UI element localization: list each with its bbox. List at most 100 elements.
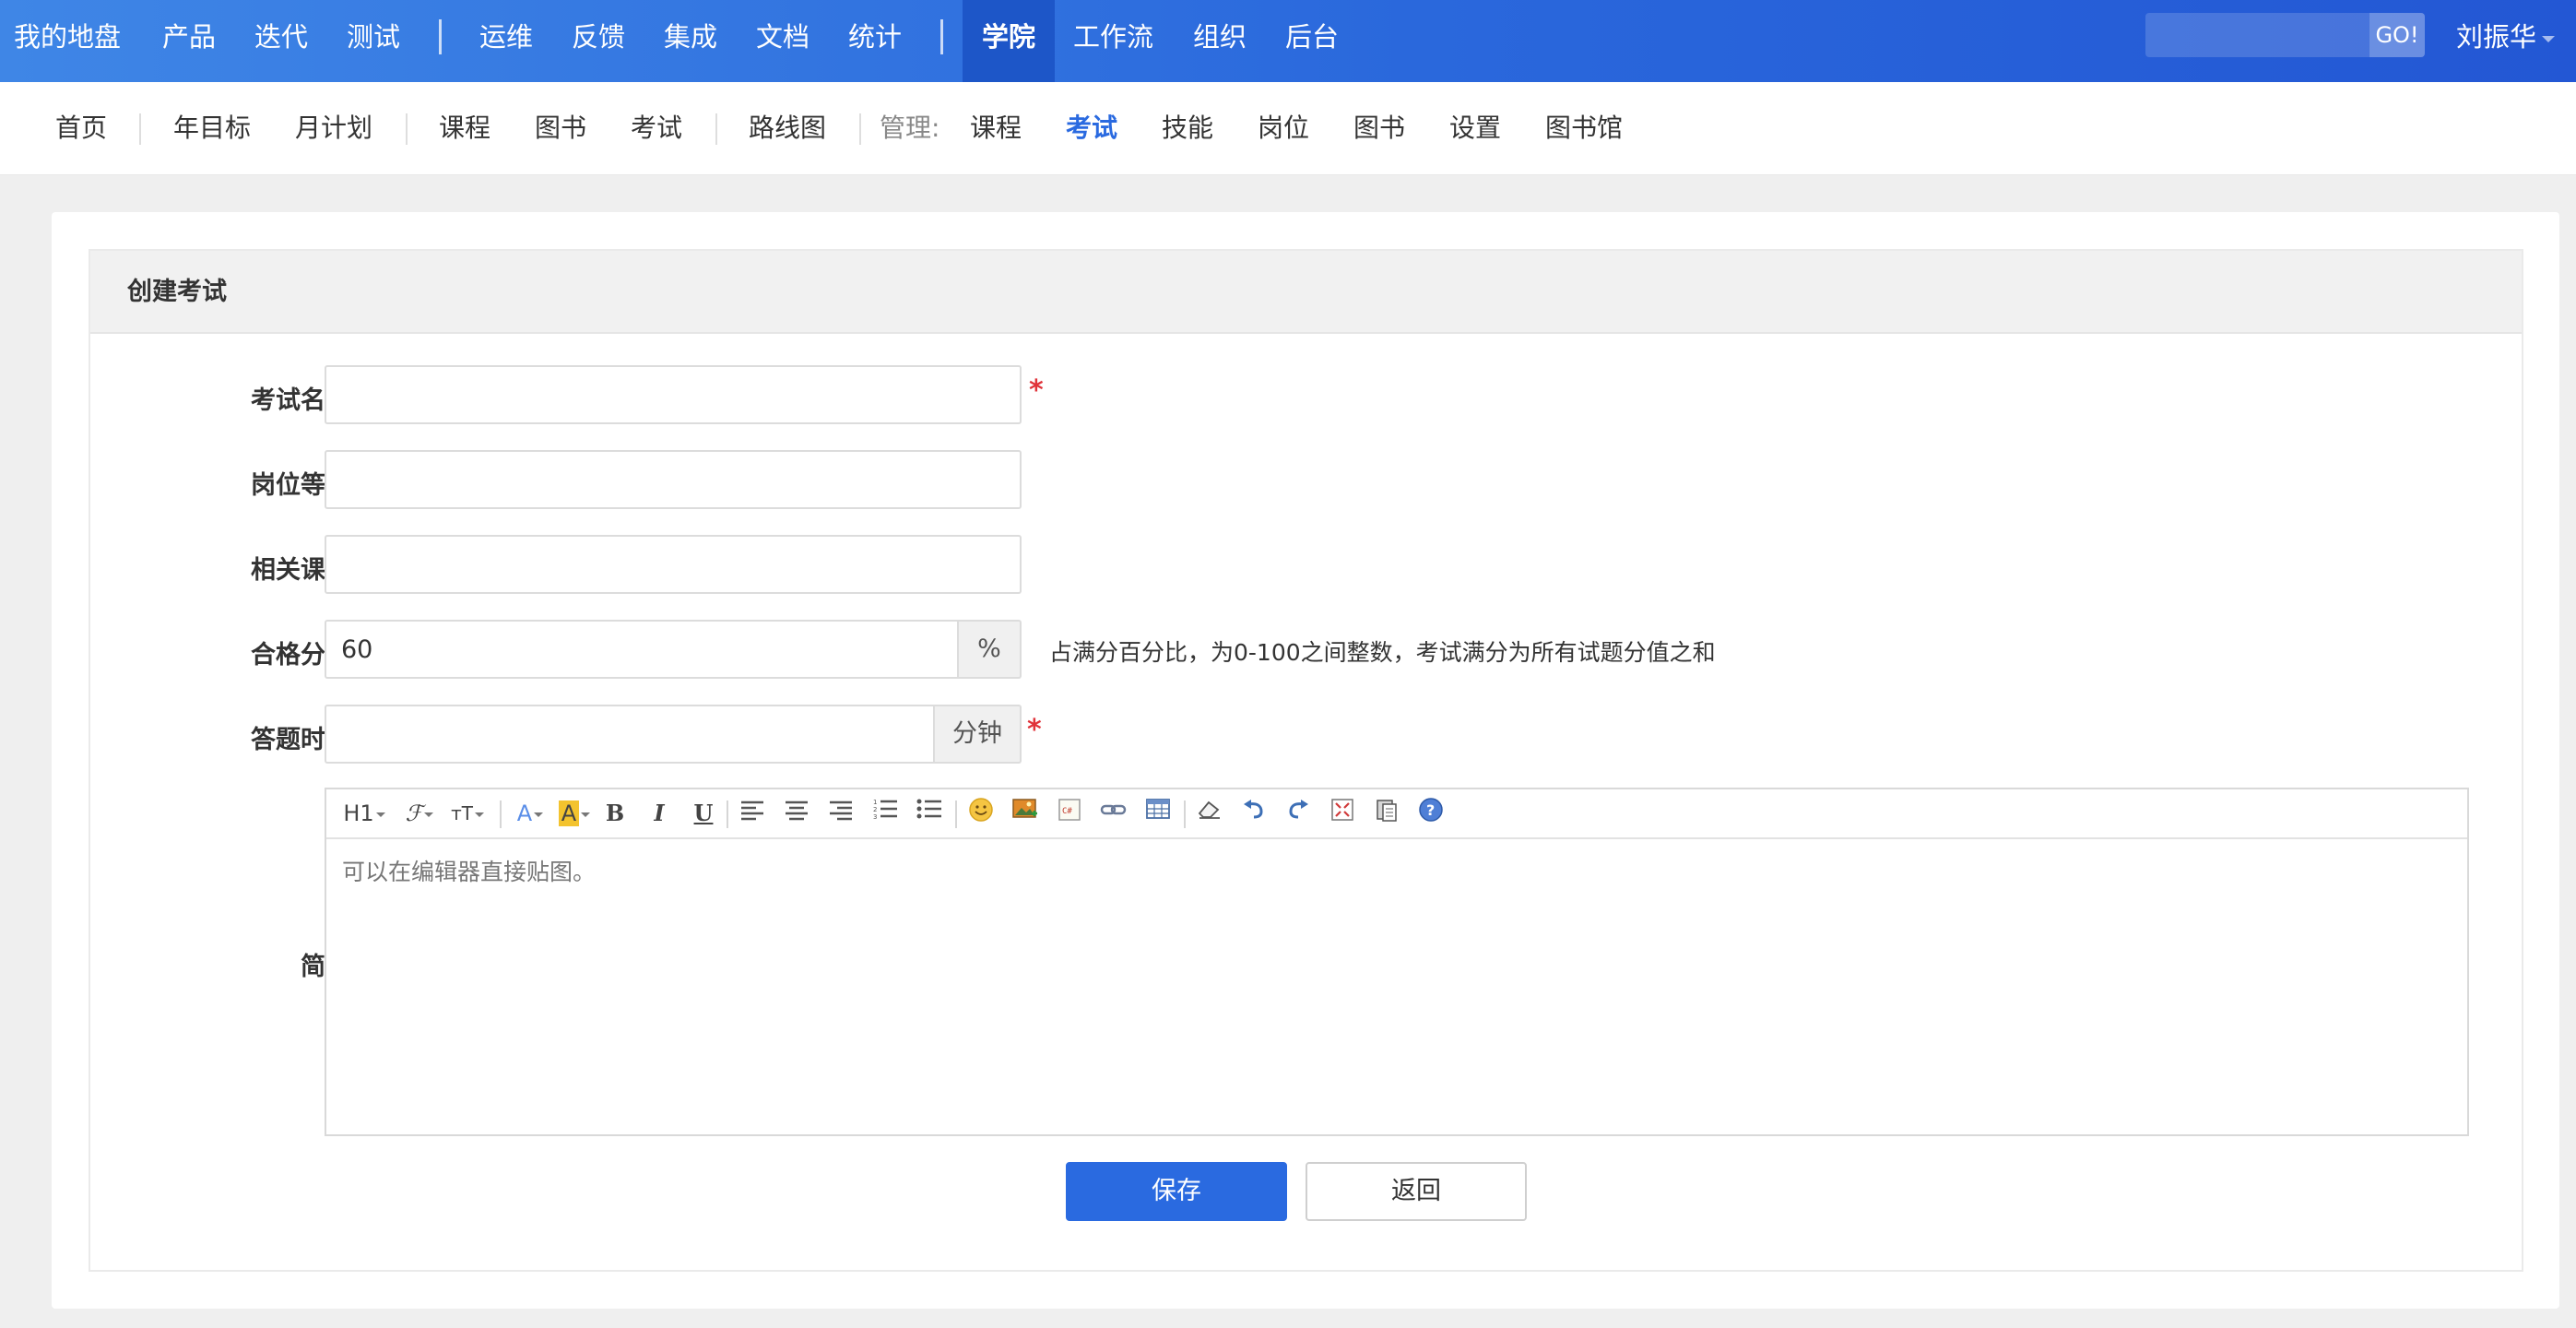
required-mark: * bbox=[1029, 374, 1044, 407]
top-navbar: 我的地盘 产品 迭代 测试 运维 反馈 集成 文档 统计 学院 工作流 组织 后… bbox=[0, 0, 2576, 82]
underline-button[interactable]: U bbox=[688, 797, 719, 830]
rich-text-editor: H1 ℱ тT A A B I U 123 C# ? 可以在编辑器直接贴图。 bbox=[325, 788, 2469, 1136]
font-color-button[interactable]: A bbox=[511, 797, 549, 830]
subnav-manage-skills[interactable]: 技能 bbox=[1162, 82, 1213, 175]
bold-button[interactable]: B bbox=[599, 797, 631, 830]
heading-button[interactable]: H1 bbox=[341, 797, 387, 830]
heading-icon: H1 bbox=[343, 800, 374, 826]
topnav-stats[interactable]: 统计 bbox=[848, 0, 902, 82]
image-icon[interactable] bbox=[1009, 797, 1042, 830]
position-level-label: 岗位等级 bbox=[251, 471, 350, 500]
redo-icon[interactable] bbox=[1282, 797, 1315, 830]
topnav-product[interactable]: 产品 bbox=[162, 0, 216, 82]
font-color-icon: A bbox=[516, 800, 533, 826]
link-icon[interactable] bbox=[1097, 797, 1130, 830]
topnav-divider bbox=[940, 19, 943, 54]
editor-toolbar: H1 ℱ тT A A B I U 123 C# ? bbox=[326, 789, 2467, 839]
back-button[interactable]: 返回 bbox=[1306, 1162, 1527, 1221]
topnav-ops[interactable]: 运维 bbox=[479, 0, 533, 82]
code-icon[interactable]: C# bbox=[1053, 797, 1086, 830]
panel-header: 创建考试 bbox=[90, 251, 2522, 334]
topnav-docs[interactable]: 文档 bbox=[756, 0, 809, 82]
editor-placeholder: 可以在编辑器直接贴图。 bbox=[342, 859, 597, 885]
subnav-manage-settings[interactable]: 设置 bbox=[1449, 82, 1501, 175]
user-name: 刘振华 bbox=[2456, 21, 2537, 53]
pass-score-input[interactable] bbox=[325, 620, 959, 679]
subnav-manage-library[interactable]: 图书馆 bbox=[1545, 82, 1623, 175]
ordered-list-icon[interactable]: 123 bbox=[869, 797, 902, 830]
chevron-down-icon bbox=[581, 812, 591, 817]
subnav-divider bbox=[715, 113, 717, 145]
align-right-icon[interactable] bbox=[824, 797, 857, 830]
svg-text:3: 3 bbox=[873, 813, 877, 821]
svg-text:2: 2 bbox=[873, 806, 877, 813]
help-icon[interactable]: ? bbox=[1414, 797, 1448, 830]
paste-icon[interactable] bbox=[1370, 797, 1403, 830]
chevron-down-icon bbox=[534, 812, 544, 817]
exam-name-input[interactable] bbox=[325, 365, 1022, 424]
align-left-icon[interactable] bbox=[736, 797, 769, 830]
related-course-label: 相关课程 bbox=[251, 556, 350, 585]
align-center-icon[interactable] bbox=[780, 797, 813, 830]
minutes-addon: 分钟 bbox=[935, 705, 1022, 764]
topnav-my-dashboard[interactable]: 我的地盘 bbox=[14, 0, 121, 82]
undo-icon[interactable] bbox=[1237, 797, 1270, 830]
search-go-button[interactable]: GO! bbox=[2369, 13, 2425, 57]
main-card: 创建考试 考试名称 * 岗位等级 相关课程 合格分数 % 占满分百分比，为0-1… bbox=[52, 212, 2559, 1309]
subnav-roadmap[interactable]: 路线图 bbox=[749, 82, 826, 175]
table-icon[interactable] bbox=[1141, 797, 1175, 830]
editor-content-area[interactable]: 可以在编辑器直接贴图。 bbox=[326, 839, 2467, 1134]
subnav-manage-positions[interactable]: 岗位 bbox=[1258, 82, 1309, 175]
unordered-list-icon[interactable] bbox=[913, 797, 946, 830]
intro-label: 简介 bbox=[135, 946, 350, 982]
subnav-books[interactable]: 图书 bbox=[535, 82, 586, 175]
topnav-test[interactable]: 测试 bbox=[347, 0, 400, 82]
topnav-workflow[interactable]: 工作流 bbox=[1073, 0, 1153, 82]
subnav-divider bbox=[406, 113, 408, 145]
font-family-button[interactable]: ℱ bbox=[400, 797, 439, 830]
topnav-organization[interactable]: 组织 bbox=[1193, 0, 1247, 82]
topnav-iteration[interactable]: 迭代 bbox=[254, 0, 308, 82]
toolbar-separator bbox=[955, 800, 957, 828]
font-size-icon: тT bbox=[451, 802, 473, 824]
answer-time-input[interactable] bbox=[325, 705, 935, 764]
subnav-annual-goal[interactable]: 年目标 bbox=[173, 82, 251, 175]
fullscreen-icon[interactable] bbox=[1326, 797, 1359, 830]
chevron-down-icon bbox=[474, 812, 484, 817]
subnav-manage-courses[interactable]: 课程 bbox=[970, 82, 1022, 175]
subnav-courses[interactable]: 课程 bbox=[439, 82, 490, 175]
emoji-icon[interactable] bbox=[964, 797, 998, 830]
italic-button[interactable]: I bbox=[644, 797, 675, 830]
save-button[interactable]: 保存 bbox=[1066, 1162, 1287, 1221]
subnav-divider bbox=[139, 113, 141, 145]
topnav-admin[interactable]: 后台 bbox=[1285, 0, 1339, 82]
topnav-feedback[interactable]: 反馈 bbox=[572, 0, 625, 82]
subnav-home[interactable]: 首页 bbox=[55, 82, 107, 175]
toolbar-separator bbox=[500, 800, 502, 828]
chevron-down-icon bbox=[424, 812, 434, 817]
page-title: 创建考试 bbox=[127, 278, 227, 306]
svg-text:C#: C# bbox=[1062, 807, 1072, 816]
position-level-input[interactable] bbox=[325, 450, 1022, 509]
eraser-icon[interactable] bbox=[1193, 797, 1226, 830]
font-size-button[interactable]: тT bbox=[446, 797, 489, 830]
subnav-manage-books[interactable]: 图书 bbox=[1353, 82, 1405, 175]
percent-addon: % bbox=[959, 620, 1022, 679]
toolbar-separator bbox=[727, 800, 728, 828]
user-menu[interactable]: 刘振华 bbox=[2456, 0, 2556, 74]
exam-name-label: 考试名称 bbox=[251, 386, 350, 415]
subnav-exams[interactable]: 考试 bbox=[631, 82, 682, 175]
topnav-integration[interactable]: 集成 bbox=[664, 0, 717, 82]
subnav-manage-label: 管理: bbox=[880, 113, 940, 143]
related-course-input[interactable] bbox=[325, 535, 1022, 594]
topnav-academy[interactable]: 学院 bbox=[963, 0, 1055, 82]
subnav-monthly-plan[interactable]: 月计划 bbox=[295, 82, 372, 175]
chevron-down-icon bbox=[375, 812, 385, 817]
topnav-divider bbox=[439, 19, 442, 54]
global-search-input[interactable] bbox=[2145, 13, 2369, 57]
background-color-button[interactable]: A bbox=[553, 797, 596, 830]
toolbar-separator bbox=[1184, 800, 1186, 828]
subnav-manage-exams[interactable]: 考试 bbox=[1066, 82, 1117, 175]
required-mark: * bbox=[1027, 714, 1042, 746]
background-color-icon: A bbox=[558, 800, 580, 826]
